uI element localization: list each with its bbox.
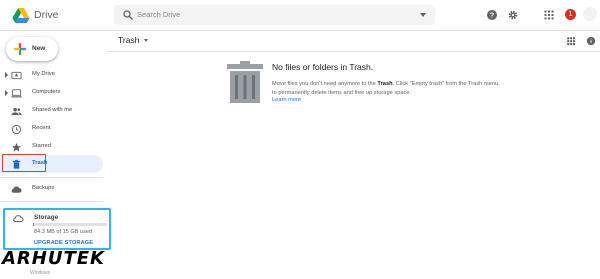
- sidebar-item-label: Recent: [32, 125, 51, 131]
- empty-desc-part1: Move files you don't need anymore to the: [272, 81, 378, 87]
- sidebar-item-label: Starred: [32, 143, 52, 149]
- clock-icon: [11, 124, 22, 135]
- sidebar-item-label: My Drive: [32, 71, 55, 77]
- apps-grid-icon[interactable]: [543, 9, 555, 21]
- sidebar-item-recent[interactable]: Recent: [0, 120, 103, 138]
- expand-arrow-icon[interactable]: [5, 72, 8, 78]
- watermark-subtext: Windows: [30, 270, 51, 276]
- storage-panel: Storage 84.3 MB of 15 GB used UPGRADE ST…: [3, 208, 111, 250]
- storage-usage-text: 84.3 MB of 15 GB used: [34, 229, 93, 235]
- drive-window: Drive Search Drive ? 1 New My Drive Comp…: [0, 0, 600, 279]
- sidebar-item-shared-with-me[interactable]: Shared with me: [0, 102, 103, 120]
- svg-text:?: ?: [490, 13, 494, 20]
- trash-highlight-box: [2, 154, 46, 172]
- sidebar-item-my-drive[interactable]: My Drive: [0, 66, 103, 84]
- new-button-label: New: [32, 45, 46, 52]
- empty-state-description: Move files you don't need anymore to the…: [272, 80, 504, 97]
- gear-icon[interactable]: [507, 9, 519, 21]
- info-icon[interactable]: [586, 36, 596, 46]
- chevron-down-icon[interactable]: [144, 39, 149, 43]
- upgrade-storage-link[interactable]: UPGRADE STORAGE: [34, 240, 93, 246]
- drive-logo-icon[interactable]: [12, 8, 30, 23]
- search-icon[interactable]: [122, 9, 134, 21]
- sidebar-item-label: Computers: [32, 89, 61, 95]
- cloud-icon: [11, 186, 22, 193]
- top-bar: Drive Search Drive ? 1: [0, 0, 600, 30]
- breadcrumb-label[interactable]: Trash: [118, 35, 139, 45]
- empty-trash-icon: [227, 61, 263, 103]
- sidebar-item-label: Backups: [32, 185, 55, 191]
- notification-badge[interactable]: 1: [565, 9, 576, 20]
- sidebar-divider: [0, 177, 103, 178]
- app-name[interactable]: Drive: [34, 9, 59, 21]
- header-divider: [0, 30, 600, 31]
- storage-usage-fill: [33, 223, 35, 226]
- search-bar[interactable]: Search Drive: [114, 5, 435, 25]
- expand-arrow-icon[interactable]: [5, 90, 8, 96]
- watermark-logo: ARHUTEK: [2, 248, 105, 269]
- new-button[interactable]: New: [6, 37, 58, 61]
- shared-icon: [11, 107, 22, 116]
- my-drive-icon: [11, 71, 22, 80]
- sidebar-item-backups[interactable]: Backups: [0, 180, 103, 198]
- sidebar-divider: [0, 201, 103, 202]
- storage-title: Storage: [34, 214, 59, 221]
- help-icon[interactable]: ?: [486, 9, 498, 21]
- learn-more-link[interactable]: Learn more: [272, 97, 301, 103]
- search-input[interactable]: Search Drive: [137, 10, 180, 19]
- search-options-dropdown-icon[interactable]: [420, 13, 426, 17]
- plus-icon: [14, 43, 26, 55]
- cloud-outline-icon: [13, 215, 24, 222]
- computer-icon: [11, 89, 22, 98]
- star-icon: [11, 142, 22, 152]
- breadcrumb[interactable]: Trash: [118, 35, 149, 45]
- empty-desc-bold: Trash: [377, 81, 393, 87]
- empty-state-title: No files or folders in Trash.: [272, 62, 374, 72]
- avatar[interactable]: [583, 7, 597, 21]
- main-divider: [108, 51, 600, 52]
- sidebar-item-label: Shared with me: [32, 107, 73, 113]
- grid-view-icon[interactable]: [566, 36, 576, 46]
- storage-usage-bar: [33, 223, 107, 226]
- sidebar-item-computers[interactable]: Computers: [0, 84, 103, 102]
